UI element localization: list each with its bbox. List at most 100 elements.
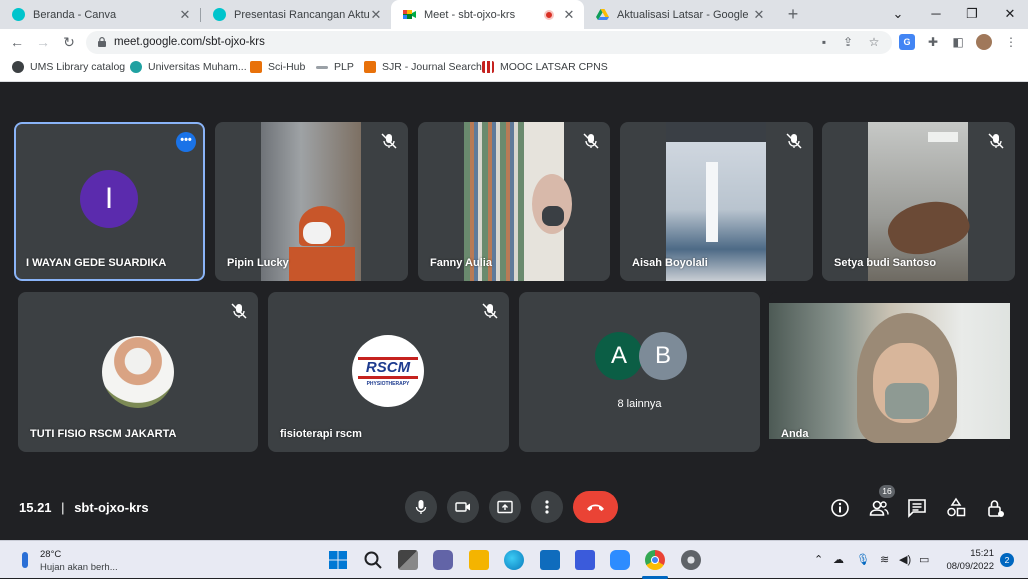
hang-up-icon: [587, 504, 604, 511]
chrome-browser-icon[interactable]: [645, 550, 665, 570]
profile-avatar[interactable]: [976, 34, 992, 50]
mic-off-icon: [231, 303, 247, 319]
participant-avatar-b: B: [639, 332, 687, 380]
wifi-icon[interactable]: ≋: [880, 553, 889, 566]
participant-tile-tuti[interactable]: TUTI FISIO RSCM JAKARTA: [18, 292, 258, 452]
university-icon: [130, 61, 142, 73]
file-explorer-icon[interactable]: [469, 550, 489, 570]
whiteboard-app-icon[interactable]: [575, 550, 595, 570]
settings-gear-icon[interactable]: [681, 550, 701, 570]
participant-tile-fanny[interactable]: Fanny Aulia: [418, 122, 610, 281]
present-screen-button[interactable]: [489, 491, 521, 523]
more-options-icon[interactable]: •••: [176, 132, 196, 152]
bookmark-ums-library[interactable]: UMS Library catalog: [12, 61, 125, 73]
back-button[interactable]: ←: [8, 33, 26, 51]
meet-icon: [403, 8, 416, 21]
microphone-button[interactable]: [405, 491, 437, 523]
battery-icon[interactable]: ▭: [919, 553, 929, 566]
zoom-app-icon[interactable]: [610, 550, 630, 570]
leave-call-button[interactable]: [573, 491, 618, 523]
close-tab-icon[interactable]: ✕: [562, 7, 576, 23]
task-view-icon[interactable]: [398, 550, 418, 570]
volume-icon[interactable]: ◀): [899, 553, 911, 566]
canva-icon: [12, 8, 25, 21]
participant-photo-avatar: [102, 336, 174, 408]
translate-extension-icon[interactable]: G: [899, 34, 915, 50]
sjr-icon: [364, 61, 376, 73]
weather-temperature[interactable]: 28°C: [40, 549, 61, 560]
host-controls-lock-icon[interactable]: [984, 497, 1006, 519]
chat-icon[interactable]: [906, 497, 928, 519]
browser-toolbar: ← → ↻ meet.google.com/sbt-ojxo-krs ▪ ⇪ ☆…: [0, 29, 1028, 55]
bookmark-mooc[interactable]: MOOC LATSAR CPNS: [482, 61, 608, 73]
mic-off-icon: [381, 133, 397, 149]
tab-meet[interactable]: Meet - sbt-ojxo-krs ✕: [391, 0, 584, 29]
participant-tile-fisioterapi[interactable]: RSCM PHYSIOTHERAPY fisioterapi rscm: [268, 292, 509, 452]
address-bar[interactable]: meet.google.com/sbt-ojxo-krs ▪ ⇪ ☆: [86, 31, 892, 54]
tab-presentasi[interactable]: Presentasi Rancangan Aktualisasi ✕: [201, 0, 391, 29]
reload-button[interactable]: ↻: [60, 33, 78, 51]
close-tab-icon[interactable]: ✕: [752, 7, 766, 23]
new-tab-button[interactable]: +: [782, 3, 804, 25]
tab-search-chevron-icon[interactable]: ⌄: [880, 0, 916, 29]
participant-tile-wayan[interactable]: I ••• I WAYAN GEDE SUARDIKA: [14, 122, 205, 281]
bookmark-sjr[interactable]: SJR - Journal Search: [364, 61, 482, 73]
meeting-details-icon[interactable]: [829, 497, 851, 519]
camera-button[interactable]: [447, 491, 479, 523]
clock-time[interactable]: 15:21: [944, 548, 994, 559]
teams-chat-icon[interactable]: [433, 550, 453, 570]
participant-tile-setya[interactable]: Setya budi Santoso: [822, 122, 1015, 281]
forward-button[interactable]: →: [34, 33, 52, 51]
show-hidden-icons-chevron[interactable]: ⌃: [814, 553, 823, 566]
windows-taskbar: 28°C Hujan akan berh... ⌃ ☁ 🎙︎ ≋ ◀) ▭ 15…: [0, 540, 1028, 579]
bookmark-plp[interactable]: PLP: [316, 61, 354, 73]
browser-tab-strip: Beranda - Canva ✕ Presentasi Rancangan A…: [0, 0, 1028, 29]
mic-off-icon: [583, 133, 599, 149]
canva-icon: [213, 8, 226, 21]
mooc-icon: [482, 61, 494, 73]
close-tab-icon[interactable]: ✕: [178, 7, 192, 23]
participant-tile-pipin[interactable]: Pipin Lucky: [215, 122, 408, 281]
windows-start-icon[interactable]: [328, 550, 348, 570]
other-participants-tile[interactable]: A B 8 lainnya: [519, 292, 760, 452]
others-count-label: 8 lainnya: [617, 398, 662, 410]
weather-rain-icon: [22, 552, 28, 568]
tab-canva-home[interactable]: Beranda - Canva ✕: [0, 0, 200, 29]
microphone-in-use-icon[interactable]: 🎙︎: [856, 553, 870, 566]
minimize-button[interactable]: ─: [918, 0, 954, 29]
restore-button[interactable]: ❐: [954, 0, 990, 29]
scihub-icon: [250, 61, 262, 73]
bookmark-universitas[interactable]: Universitas Muham...: [130, 61, 247, 73]
search-icon[interactable]: [363, 550, 383, 570]
mic-off-icon: [786, 133, 802, 149]
people-icon[interactable]: [868, 497, 890, 519]
mic-off-icon: [988, 133, 1004, 149]
video-camera-icon: [455, 502, 470, 512]
weather-description[interactable]: Hujan akan berh...: [40, 562, 118, 573]
activities-icon[interactable]: [945, 497, 967, 519]
bookmarks-bar: UMS Library catalog Universitas Muham...…: [0, 55, 1028, 82]
meeting-info: 15.21 | sbt-ojxo-krs: [19, 500, 149, 515]
onedrive-cloud-icon[interactable]: ☁: [833, 553, 844, 566]
self-view-tile[interactable]: Anda: [769, 292, 1010, 452]
extensions-puzzle-icon[interactable]: ✚: [925, 34, 941, 50]
rscm-logo: RSCM PHYSIOTHERAPY: [352, 335, 424, 407]
bookmark-scihub[interactable]: Sci-Hub: [250, 61, 305, 73]
meeting-time: 15.21: [19, 500, 52, 515]
edge-browser-icon[interactable]: [504, 550, 524, 570]
close-window-button[interactable]: ✕: [992, 0, 1028, 29]
people-count-badge: 16: [879, 485, 895, 498]
tab-google-drive[interactable]: Aktualisasi Latsar - Google Drive ✕: [584, 0, 774, 29]
side-panel-icon[interactable]: ◧: [950, 34, 966, 50]
microsoft-store-icon[interactable]: [540, 550, 560, 570]
bookmark-star-icon[interactable]: ☆: [866, 34, 882, 50]
browser-menu-icon[interactable]: ⋮: [1003, 34, 1019, 50]
participant-tile-aisah[interactable]: Aisah Boyolali: [620, 122, 813, 281]
close-tab-icon[interactable]: ✕: [369, 7, 383, 23]
more-options-button[interactable]: [531, 491, 563, 523]
notification-badge[interactable]: 2: [1000, 553, 1014, 567]
present-screen-icon: [497, 500, 513, 514]
clock-date[interactable]: 08/09/2022: [944, 561, 994, 572]
share-icon[interactable]: ⇪: [840, 34, 856, 50]
camera-in-use-icon[interactable]: ▪: [816, 34, 832, 50]
